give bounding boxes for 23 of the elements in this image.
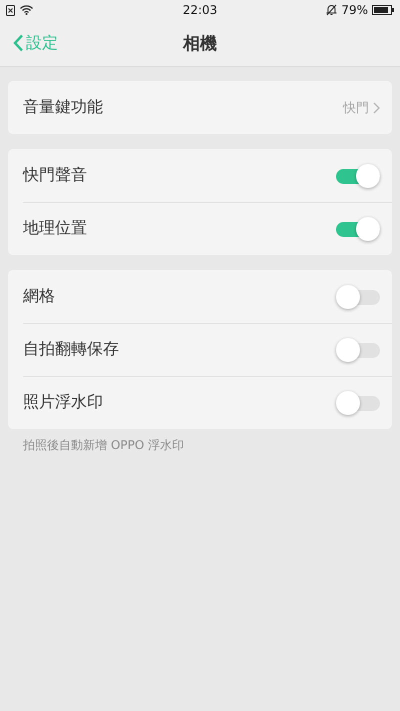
setting-label: 快門聲音 [23,165,88,186]
setting-label: 照片浮水印 [23,392,104,413]
setting-label: 自拍翻轉保存 [23,339,120,360]
battery-icon [372,5,394,15]
setting-value: 快門 [343,100,369,116]
footnote: 拍照後自動新增 OPPO 浮水印 [22,437,185,454]
sim-x-icon [6,4,15,16]
toggle-switch[interactable] [336,164,380,188]
setting-label: 地理位置 [23,218,88,239]
setting-label: 音量鍵功能 [23,97,104,118]
muted-bell-icon [326,4,338,16]
setting-label: 網格 [23,286,56,307]
clock: 22:03 [182,3,218,17]
toggle-switch[interactable] [336,390,380,414]
toggle-switch[interactable] [336,284,380,308]
page-title: 相機 [183,32,217,54]
back-button[interactable]: 設定 [0,32,64,54]
battery-percent: 79% [341,3,368,17]
toggle-switch[interactable] [336,216,380,240]
chevron-icon [373,102,380,114]
back-chevron-icon [12,34,24,52]
wifi-icon [20,5,33,15]
toggle-switch[interactable] [336,338,380,362]
